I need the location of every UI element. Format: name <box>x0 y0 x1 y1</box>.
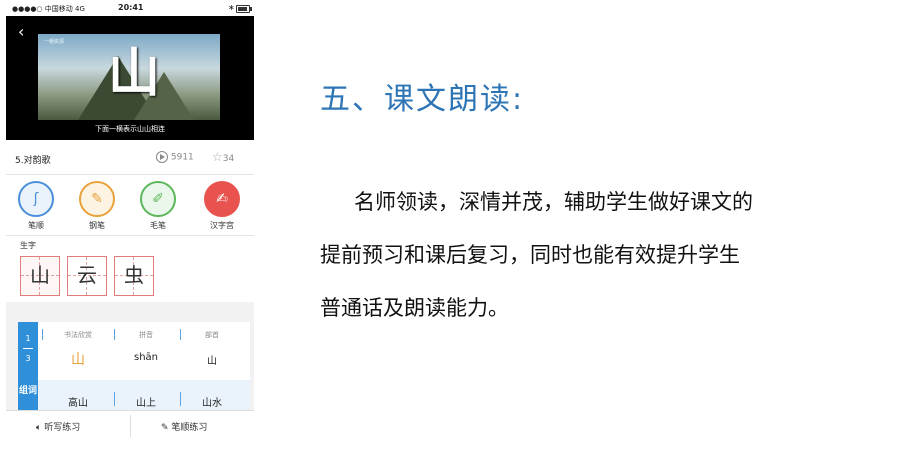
tool-label: 汉字宫 <box>210 221 234 230</box>
radical-value: 山 <box>207 356 217 367</box>
calligraphy-value[interactable]: 山 <box>48 349 108 369</box>
character-card[interactable]: 山 <box>20 256 60 296</box>
speaker-icon: 🔈︎ <box>36 423 42 433</box>
tool-row: ʃ 笔顺 ✎ 钢笔 ✐ 毛笔 ✍ 汉字宫 <box>6 175 254 236</box>
character: 虫 <box>124 263 144 287</box>
column-divider <box>180 329 181 340</box>
tool-label: 毛笔 <box>150 221 166 230</box>
dictation-label: 听写练习 <box>44 423 81 433</box>
video-character: 山 <box>108 43 161 104</box>
play-count: 5911 <box>156 151 194 163</box>
pinyin-value: shān <box>133 352 158 363</box>
stroke-practice-label: 笔顺练习 <box>171 423 208 433</box>
tool-brush[interactable]: ✐ 毛笔 <box>133 181 183 231</box>
slide-heading: 五、课文朗读: <box>320 82 525 117</box>
pen-icon: ✎ <box>79 181 115 217</box>
video-caption: 下面一横表示山山相连 <box>95 125 165 133</box>
clock: 20:41 <box>118 3 144 12</box>
tool-stroke-order[interactable]: ʃ 笔顺 <box>11 181 61 231</box>
brush-icon: ✐ <box>140 181 176 217</box>
carrier-label: ●●●●○ 中国移动 4G <box>12 5 85 13</box>
col-header-pinyin: 拼音 <box>139 331 153 339</box>
battery-icon <box>236 5 252 13</box>
pencil-icon: ✎ <box>161 423 169 433</box>
col-header-radical: 部首 <box>205 331 219 339</box>
bluetooth-icon: ∗ <box>228 3 235 12</box>
tool-label: 笔顺 <box>28 221 44 230</box>
tool-hanzi-palace[interactable]: ✍ 汉字宫 <box>197 181 247 231</box>
chevron-left-icon[interactable]: ‹ <box>18 24 24 40</box>
stroke-practice-button[interactable]: ✎ 笔顺练习 <box>161 420 207 433</box>
column-divider <box>114 392 115 406</box>
column-divider <box>42 329 43 340</box>
play-count-value: 5911 <box>170 152 194 163</box>
bottom-bar: 🔈︎ 听写练习 ✎ 笔顺练习 <box>6 410 254 440</box>
column-divider <box>180 392 181 406</box>
tool-label: 钢笔 <box>89 221 105 230</box>
character-card[interactable]: 云 <box>67 256 107 296</box>
tool-pen[interactable]: ✎ 钢笔 <box>72 181 122 231</box>
page-current: 1 <box>25 334 31 343</box>
dictation-button[interactable]: 🔈︎ 听写练习 <box>36 420 80 433</box>
video-player[interactable]: ‹ 一朝资源 山 下面一横表示山山相连 <box>6 16 254 140</box>
star-count: 34 <box>222 154 235 164</box>
word-item[interactable]: 高山 <box>48 394 108 409</box>
zuci-label: 组词 <box>18 386 37 396</box>
stroke-order-icon: ʃ <box>18 181 54 217</box>
word-item[interactable]: 山上 <box>116 394 176 409</box>
character-detail-card: 1 3 组词 书法欣赏 拼音 部首 山 shān 山 高山 山上 山水 <box>18 322 250 410</box>
new-characters-section: 生字 山 云 虫 <box>6 236 254 302</box>
column-divider <box>114 329 115 340</box>
paragraph-line: 提前预习和课后复习，同时也能有效提升学生 <box>320 243 740 267</box>
paragraph-line: 普通话及朗读能力。 <box>320 296 509 320</box>
character-card[interactable]: 虫 <box>114 256 154 296</box>
video-logo: 一朝资源 <box>44 39 65 45</box>
play-icon <box>156 151 168 163</box>
hanzi-palace-icon: ✍ <box>204 181 240 217</box>
page-total: 3 <box>25 354 31 363</box>
character: 山 <box>30 263 50 287</box>
page-divider <box>23 348 33 349</box>
favorite-button[interactable]: ☆34 <box>212 150 234 164</box>
video-frame: 一朝资源 山 <box>38 34 220 120</box>
slide-paragraph: 名师领读，深情并茂，辅助学生做好课文的 提前预习和课后复习，同时也能有效提升学生… <box>320 176 880 335</box>
lesson-title: 5.对韵歌 <box>15 156 51 166</box>
section-label: 生字 <box>20 241 36 250</box>
word-item[interactable]: 山水 <box>182 394 242 409</box>
paragraph-line: 名师领读，深情并茂，辅助学生做好课文的 <box>354 190 753 214</box>
star-icon: ☆ <box>212 150 223 164</box>
character: 云 <box>77 263 97 287</box>
lesson-info-row: 5.对韵歌 5911 ☆34 <box>6 140 254 175</box>
col-header-calligraphy: 书法欣赏 <box>64 331 92 339</box>
divider <box>130 415 131 437</box>
phone-screenshot: ●●●●○ 中国移动 4G 20:41 ∗ ‹ 一朝资源 山 下面一横表示山山相… <box>6 0 254 440</box>
status-bar: ●●●●○ 中国移动 4G 20:41 ∗ <box>6 0 254 16</box>
